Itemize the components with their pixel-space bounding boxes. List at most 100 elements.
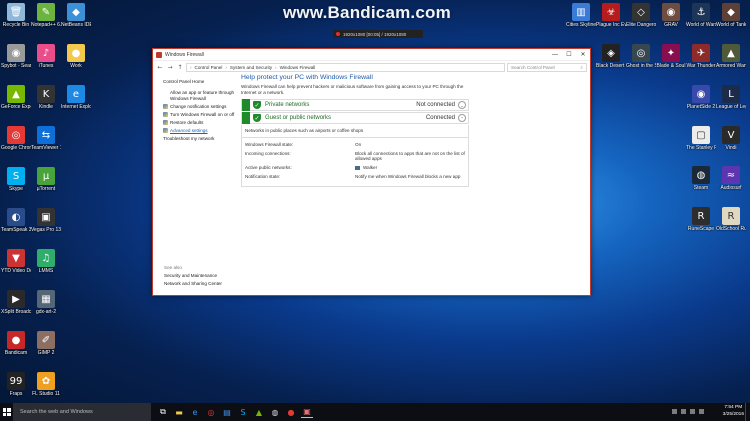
desktop-icon[interactable]: LLeague of Legends [716,85,746,110]
desktop-icon[interactable]: R RuneScape [686,207,716,232]
firewall-task-icon[interactable]: ▣ [301,406,313,418]
desktop-icon[interactable]: ROldSchool RuneScape [716,207,746,232]
desktop-icon[interactable]: ✿ FL Studio 11 [31,372,61,397]
desktop-icon[interactable]: eInternet Explorer [61,85,91,110]
desktop-icon[interactable]: ◈Black Desert Online [596,44,626,69]
desktop-icon[interactable]: ● Bandicam [1,331,31,356]
desktop-icon[interactable]: ♫ LMMS [31,249,61,274]
desktop-icon[interactable]: ✈ War Thunder [686,44,716,69]
desktop-icon[interactable]: ≈ Audiosurf [716,166,746,191]
public-networks-row[interactable]: ✓ Guest or public networks Connected ⌃ [241,112,469,125]
skype-icon[interactable]: S [237,406,249,418]
desktop-icon[interactable]: ✎Notepad++ 6.8.1 [31,3,61,28]
turn-firewall-on-off-link[interactable]: Turn Windows Firewall on or off [163,112,241,117]
app-icon: ▼ [7,249,25,267]
forward-arrow-icon[interactable]: → [166,64,174,71]
desktop-icon[interactable]: ◎Ghost in the Shell Stand ... [626,44,656,69]
desktop-icon[interactable]: ✦ Blade & Soul [656,44,686,69]
desktop-icon-label: Spybot - Search ... [1,63,31,69]
allow-app-link[interactable]: Allow an app or feature through Windows … [163,90,241,101]
desktop-icon[interactable]: ◆NetBeans IDE 8.1 [61,3,91,28]
security-maintenance-link[interactable]: Security and Maintenance [164,273,222,278]
clock[interactable]: 7:54 PM 3/25/2016 [723,404,744,418]
desktop-icon[interactable]: ▲GeForce Experience [1,85,31,110]
clock-date: 3/25/2016 [722,412,744,417]
change-notification-link[interactable]: Change notification settings [163,104,241,109]
desktop-icon[interactable]: µ µTorrent [31,167,61,192]
taskbar-search-input[interactable]: Search the web and Windows [13,403,151,421]
advanced-settings-link[interactable]: Advanced settings [163,128,241,133]
crumb-system-security[interactable]: System and Security [230,65,272,70]
desktop-icon[interactable]: ◍ Steam [686,166,716,191]
desktop-icon-label: XSplit Broadcaster [1,309,31,315]
desktop-icon[interactable]: ● Work [61,44,91,69]
desktop-icon[interactable]: ◆ World of Tanks [716,3,746,28]
desktop-icon[interactable]: ⇆TeamViewer 11 [31,126,61,151]
control-panel-home-link[interactable]: Control Panel Home [163,79,241,84]
search-input[interactable]: Search Control Panel ⌕ [507,62,587,72]
expand-chevron-icon[interactable]: ⌄ [458,101,466,110]
bandicam-icon[interactable]: ● [285,406,297,418]
app-icon: ✎ [37,3,55,21]
task-view-icon[interactable]: ⧉ [157,406,169,418]
firewall-app-icon [156,51,162,58]
desktop-icon-label: gdx-art-2 [35,309,56,315]
back-arrow-icon[interactable]: ← [156,64,164,71]
up-arrow-icon[interactable]: ↑ [176,64,184,71]
desktop-icon[interactable]: ⚓World of Warships [686,3,716,28]
system-tray[interactable] [672,409,704,414]
crumb-control-panel[interactable]: Control Panel [195,65,223,70]
desktop-icon[interactable]: ◉ PlanetSide 2 [686,85,716,110]
desktop-icon[interactable]: 99 Fraps [1,372,31,397]
desktop-icon[interactable]: ◐TeamSpeak 3 Client [1,208,31,233]
edge-icon[interactable]: e [189,406,201,418]
crumb-windows-firewall[interactable]: Windows Firewall [280,65,316,70]
minimize-button[interactable]: — [548,49,562,61]
desktop-icon[interactable]: ▣Vegas Pro 13.0 (64-bit) [31,208,61,233]
desktop-icon[interactable]: ◇Elite Dangerous [626,3,656,28]
desktop-icon-label: World of Warships [686,22,716,28]
desktop-icon[interactable]: ▦ gdx-art-2 [31,290,61,315]
maximize-button[interactable]: ☐ [562,49,576,61]
desktop-icon[interactable]: K Kindle [31,85,61,110]
collapse-chevron-icon[interactable]: ⌃ [458,114,466,123]
desktop-icon[interactable]: ☣Plague Inc Evolved [596,3,626,28]
chrome-icon[interactable]: ◎ [205,406,217,418]
app-icon: ✿ [37,372,55,390]
title-bar[interactable]: Windows Firewall — ☐ ✕ [153,49,590,61]
desktop-icon[interactable]: ▶XSplit Broadcaster [1,290,31,315]
private-networks-row[interactable]: ✓ Private networks Not connected ⌄ [241,99,469,112]
desktop-icon[interactable]: ♪ iTunes [31,44,61,69]
desktop-icon[interactable]: ◎Google Chrome [1,126,31,151]
desktop-icon-label: Cities Skylines [566,22,596,28]
notification-state-row: Notification state: Notify me when Windo… [245,174,465,180]
file-explorer-icon[interactable]: ▬ [173,406,185,418]
app-icon: ● [7,331,25,349]
desktop-icon[interactable]: ▢The Stanley Parable [686,126,716,151]
desktop-icon[interactable]: ◉ GRAV [656,3,686,28]
desktop-icon[interactable]: ▼YTD Video Downloader [1,249,31,274]
desktop-icon[interactable]: V Vindi [716,126,746,151]
app-icon: L [722,85,740,103]
show-desktop-button[interactable] [745,403,749,421]
desktop-icon-label: OldSchool RuneScape [716,226,746,232]
desktop-icon[interactable]: S Skype [1,167,31,192]
close-button[interactable]: ✕ [576,49,590,61]
desktop-icon[interactable]: ✐ GIMP 2 [31,331,61,356]
troubleshoot-link[interactable]: Troubleshoot my network [163,136,241,142]
geforce-icon[interactable]: ▲ [253,406,265,418]
store-icon[interactable]: ▤ [221,406,233,418]
incoming-connections-row: Incoming connections: Block all connecti… [245,151,465,162]
app-icon: µ [37,167,55,185]
desktop-icon[interactable]: 🗑 Recycle Bin [1,3,31,28]
breadcrumb[interactable]: › Control Panel › System and Security › … [186,62,505,72]
restore-defaults-link[interactable]: Restore defaults [163,120,241,125]
desktop-icon[interactable]: ▲Armored Warfare [716,44,746,69]
desktop-icon[interactable]: ◉Spybot - Search ... [1,44,31,69]
steam-icon[interactable]: ◍ [269,406,281,418]
desktop-icon-label: RuneScape [687,226,715,232]
app-icon: ✐ [37,331,55,349]
desktop-icon[interactable]: ▥ Cities Skylines [566,3,596,28]
network-sharing-link[interactable]: Network and Sharing Center [164,281,222,286]
start-button[interactable] [0,403,13,421]
